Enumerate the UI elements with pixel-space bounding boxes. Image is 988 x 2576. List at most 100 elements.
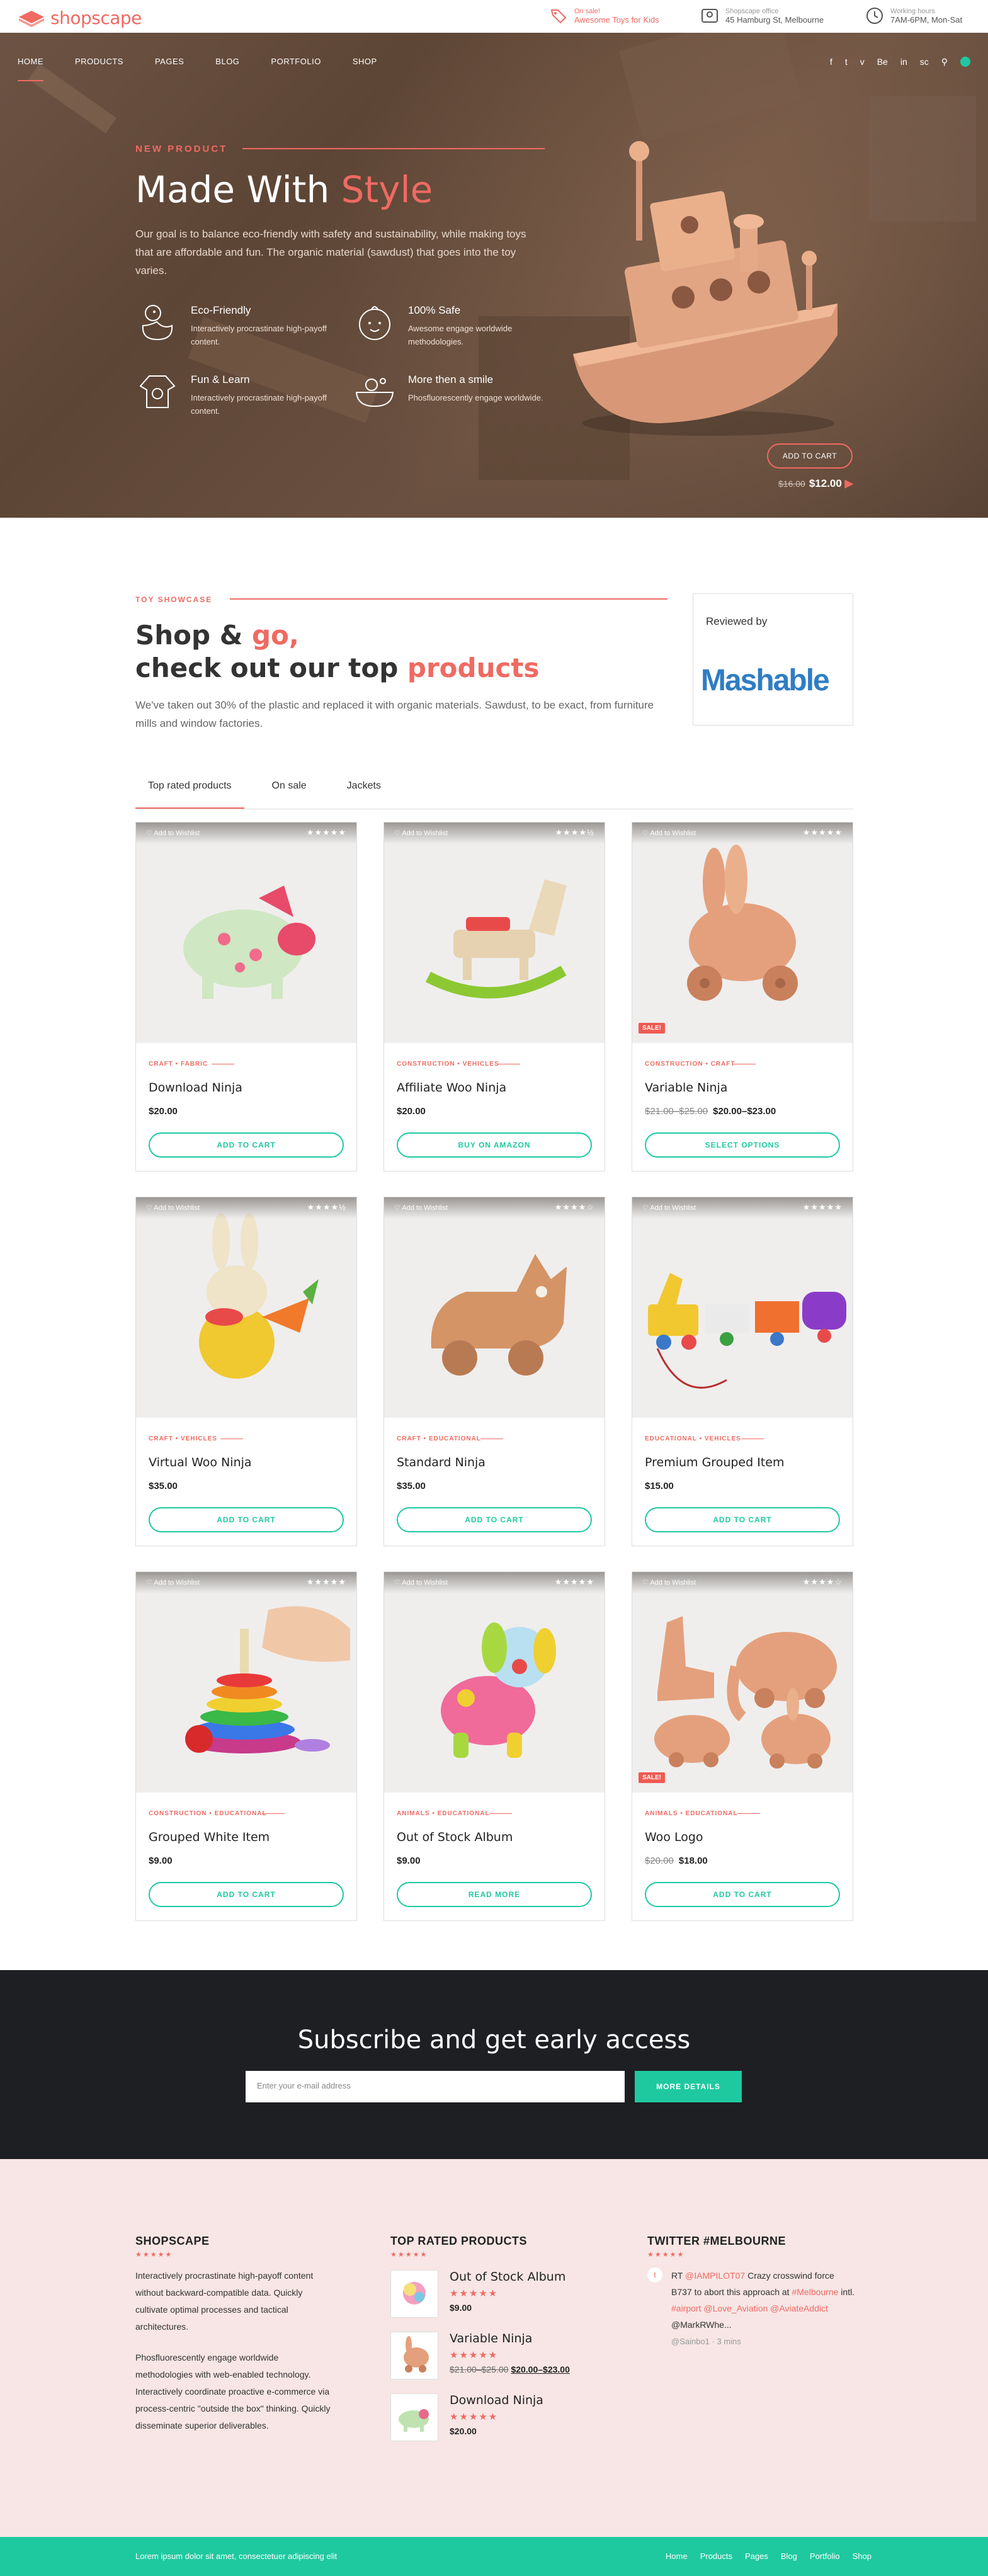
review-label: Reviewed by — [706, 615, 768, 627]
product-stars: ★★★★★ — [450, 2412, 499, 2422]
twitter-icon[interactable]: t — [845, 57, 848, 67]
add-to-wishlist-button[interactable]: ♡ Add to Wishlist — [146, 829, 200, 837]
behance-icon[interactable]: Be — [877, 57, 888, 67]
product-action-button[interactable]: ADD TO CART — [645, 1507, 840, 1532]
product-name[interactable]: Affiliate Woo Ninja — [397, 1081, 506, 1095]
product-card[interactable]: ♡ Add to Wishlist ★★★★★ CRAFT • FABRIC Down… — [135, 822, 357, 1171]
footer-link-home[interactable]: Home — [666, 2551, 688, 2561]
nav-portfolio[interactable]: PORTFOLIO — [271, 57, 321, 81]
product-category[interactable]: CRAFT • FABRIC — [149, 1061, 208, 1068]
add-to-wishlist-button[interactable]: ♡ Add to Wishlist — [642, 829, 696, 837]
product-image[interactable] — [632, 1572, 853, 1792]
facebook-icon[interactable]: f — [830, 57, 832, 67]
product-card[interactable]: ♡ Add to Wishlist ★★★★★ EDUCATIONAL • VEHI… — [632, 1197, 853, 1546]
product-action-button[interactable]: ADD TO CART — [645, 1882, 840, 1907]
footer-link-shop[interactable]: Shop — [853, 2551, 872, 2561]
product-action-button[interactable]: READ MORE — [397, 1882, 592, 1907]
product-image[interactable] — [384, 823, 605, 1043]
top-product-item[interactable]: Variable Ninja ★★★★★ $21.00–$25.00 $20.00–$… — [390, 2332, 617, 2379]
product-category[interactable]: ANIMALS • EDUCATIONAL — [397, 1810, 490, 1817]
product-image[interactable] — [632, 1197, 853, 1418]
product-action-button[interactable]: ADD TO CART — [149, 1507, 344, 1532]
product-image[interactable] — [384, 1197, 605, 1418]
add-to-wishlist-button[interactable]: ♡ Add to Wishlist — [394, 1578, 448, 1587]
product-category[interactable]: EDUCATIONAL • VEHICLES — [645, 1435, 741, 1442]
product-category[interactable]: CONSTRUCTION • VEHICLES — [397, 1061, 499, 1068]
product-image[interactable] — [136, 1572, 356, 1792]
add-to-wishlist-button[interactable]: ♡ Add to Wishlist — [146, 1578, 200, 1587]
cart-icon[interactable] — [960, 57, 970, 67]
product-action-button[interactable]: SELECT OPTIONS — [645, 1132, 840, 1158]
footer: SHOPSCAPE ★★★★★ Interactively procrastin… — [0, 2159, 988, 2537]
product-name[interactable]: Download Ninja — [149, 1081, 242, 1095]
product-action-button[interactable]: ADD TO CART — [149, 1132, 344, 1158]
product-card[interactable]: ♡ Add to Wishlist ★★★★☆ CRAFT • EDUCATIONA… — [383, 1197, 605, 1546]
product-category[interactable]: CONSTRUCTION • CRAFT — [645, 1061, 735, 1068]
soundcloud-icon[interactable]: sc — [920, 57, 929, 67]
product-card[interactable]: ♡ Add to Wishlist ★★★★★ ANIMALS • EDUCATIO… — [383, 1571, 605, 1921]
footer-link-blog[interactable]: Blog — [781, 2551, 797, 2561]
top-product-name[interactable]: Out of Stock Album — [450, 2270, 565, 2284]
top-product-name[interactable]: Variable Ninja — [450, 2332, 570, 2345]
add-to-wishlist-button[interactable]: ♡ Add to Wishlist — [642, 1578, 696, 1587]
product-action-button[interactable]: BUY ON AMAZON — [397, 1132, 592, 1158]
tweet-link[interactable]: @Love_Aviation @AviateAddict — [703, 2303, 828, 2313]
tab-on-sale[interactable]: On sale — [259, 772, 319, 809]
footer-link-portfolio[interactable]: Portfolio — [810, 2551, 840, 2561]
product-name[interactable]: Out of Stock Album — [397, 1830, 513, 1844]
product-card[interactable]: ♡ Add to Wishlist ★★★★☆ SALE! ANIMALS • EDU… — [632, 1571, 853, 1921]
hero-add-to-cart-button[interactable]: ADD TO CART — [767, 443, 853, 469]
product-image[interactable] — [136, 823, 356, 1043]
product-name[interactable]: Standard Ninja — [397, 1456, 485, 1469]
product-name[interactable]: Grouped White Item — [149, 1830, 270, 1844]
tab-top-rated[interactable]: Top rated products — [135, 772, 244, 809]
product-name[interactable]: Premium Grouped Item — [645, 1456, 784, 1469]
top-product-name[interactable]: Download Ninja — [450, 2393, 543, 2407]
nav-blog[interactable]: BLOG — [215, 57, 239, 81]
nav-products[interactable]: PRODUCTS — [75, 57, 123, 81]
product-category[interactable]: CRAFT • VEHICLES — [149, 1435, 217, 1442]
add-to-wishlist-button[interactable]: ♡ Add to Wishlist — [394, 829, 448, 837]
product-category[interactable]: ANIMALS • EDUCATIONAL — [645, 1810, 738, 1817]
product-card[interactable]: ♡ Add to Wishlist ★★★★½ CRAFT • VEHICLES Vi… — [135, 1197, 357, 1546]
product-image[interactable] — [632, 823, 853, 1043]
top-product-item[interactable]: Out of Stock Album ★★★★★ $9.00 — [390, 2270, 617, 2318]
email-field[interactable]: Enter your e-mail address — [246, 2071, 625, 2102]
vk-icon[interactable]: in — [900, 57, 907, 67]
product-category[interactable]: CRAFT • EDUCATIONAL — [397, 1435, 481, 1442]
logo[interactable]: shopscape — [18, 8, 142, 28]
add-to-wishlist-button[interactable]: ♡ Add to Wishlist — [394, 1204, 448, 1212]
product-card[interactable]: ♡ Add to Wishlist ★★★★★ CONSTRUCTION • EDU… — [135, 1571, 357, 1921]
product-card[interactable]: ♡ Add to Wishlist ★★★★½ CONSTRUCTION • VEH… — [383, 822, 605, 1171]
product-name[interactable]: Variable Ninja — [645, 1081, 727, 1095]
product-name[interactable]: Woo Logo — [645, 1830, 703, 1844]
showcase-description: We've taken out 30% of the plastic and r… — [135, 699, 654, 729]
tweet-link[interactable]: @IAMPILOT07 — [685, 2271, 745, 2281]
mashable-logo[interactable]: Mashable — [701, 663, 830, 698]
product-card[interactable]: ♡ Add to Wishlist ★★★★★ SALE! CONSTRUCTION … — [632, 822, 853, 1171]
top-product-price: $21.00–$25.00 $20.00–$23.00 — [450, 2364, 570, 2374]
add-to-wishlist-button[interactable]: ♡ Add to Wishlist — [642, 1204, 696, 1212]
product-thumbnail — [390, 2332, 438, 2379]
tab-jackets[interactable]: Jackets — [334, 772, 394, 809]
product-category[interactable]: CONSTRUCTION • EDUCATIONAL — [149, 1810, 267, 1817]
product-image[interactable] — [384, 1572, 605, 1792]
add-to-wishlist-button[interactable]: ♡ Add to Wishlist — [146, 1204, 200, 1212]
more-details-button[interactable]: MORE DETAILS — [635, 2071, 742, 2102]
product-action-button[interactable]: ADD TO CART — [397, 1507, 592, 1532]
nav-home[interactable]: HOME — [18, 57, 43, 81]
footer-link-pages[interactable]: Pages — [745, 2551, 768, 2561]
nav-pages[interactable]: PAGES — [155, 57, 184, 81]
sale-info[interactable]: On sale! Awesome Toys for Kids — [549, 6, 659, 25]
tweet-link[interactable]: #airport — [671, 2303, 701, 2313]
product-name[interactable]: Virtual Woo Ninja — [149, 1456, 252, 1469]
toy-boat-image — [573, 141, 838, 436]
top-product-item[interactable]: Download Ninja ★★★★★ $20.00 — [390, 2393, 617, 2441]
search-icon[interactable]: ⚲ — [941, 57, 948, 67]
product-action-button[interactable]: ADD TO CART — [149, 1882, 344, 1907]
tweet-link[interactable]: #Melbourne — [792, 2287, 838, 2297]
vine-icon[interactable]: v — [860, 57, 865, 67]
footer-link-products[interactable]: Products — [700, 2551, 732, 2561]
nav-shop[interactable]: SHOP — [353, 57, 377, 81]
product-image[interactable] — [136, 1197, 356, 1418]
